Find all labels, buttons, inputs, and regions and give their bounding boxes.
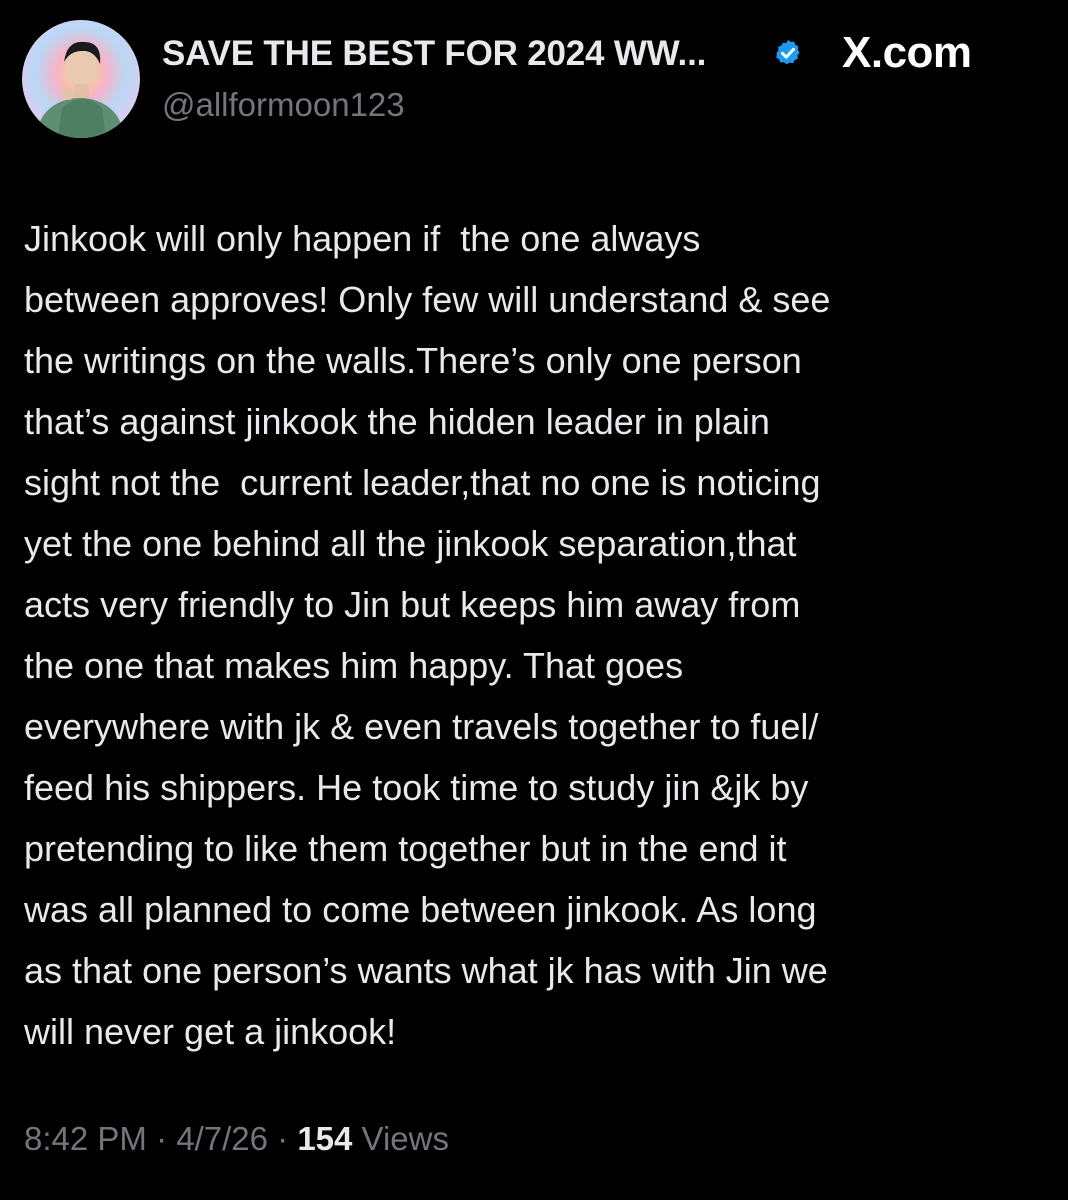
tweet-line: feed his shippers. He took time to study… xyxy=(24,767,809,808)
tweet-date[interactable]: 4/7/26 xyxy=(176,1120,268,1157)
avatar-image xyxy=(22,20,140,138)
meta-separator: · xyxy=(146,1120,177,1157)
views-label: Views xyxy=(352,1120,449,1157)
tweet-line: pretending to like them together but in … xyxy=(24,828,787,869)
tweet-time[interactable]: 8:42 PM xyxy=(24,1120,147,1157)
meta-separator: · xyxy=(267,1120,298,1157)
tweet-line: Jinkook will only happen if the one alwa… xyxy=(24,218,701,259)
tweet-line: was all planned to come between jinkook.… xyxy=(24,889,817,930)
tweet-line: the one that makes him happy. That goes xyxy=(24,645,684,686)
verified-badge-icon xyxy=(776,39,800,65)
tweet-line: between approves! Only few will understa… xyxy=(24,279,831,320)
tweet-line: everywhere with jk & even travels togeth… xyxy=(24,706,819,747)
tweet-line: acts very friendly to Jin but keeps him … xyxy=(24,584,801,625)
x-com-watermark: X.com xyxy=(842,28,972,77)
tweet-metadata: 8:42 PM · 4/7/26 · 154 Views xyxy=(24,1120,449,1158)
tweet-line: that’s against jinkook the hidden leader… xyxy=(24,401,770,442)
views-count[interactable]: 154 xyxy=(297,1120,352,1157)
display-name[interactable]: SAVE THE BEST FOR 2024 WW... xyxy=(162,34,706,74)
tweet-line: the writings on the walls.There’s only o… xyxy=(24,340,802,381)
profile-avatar[interactable] xyxy=(22,20,140,138)
user-handle[interactable]: @allformoon123 xyxy=(162,86,405,124)
tweet-line: yet the one behind all the jinkook separ… xyxy=(24,523,797,564)
tweet-text: Jinkook will only happen if the one alwa… xyxy=(24,208,1054,1062)
tweet-line: sight not the current leader,that no one… xyxy=(24,462,821,503)
tweet-line: will never get a jinkook! xyxy=(24,1011,397,1052)
tweet-line: as that one person’s wants what jk has w… xyxy=(24,950,828,991)
